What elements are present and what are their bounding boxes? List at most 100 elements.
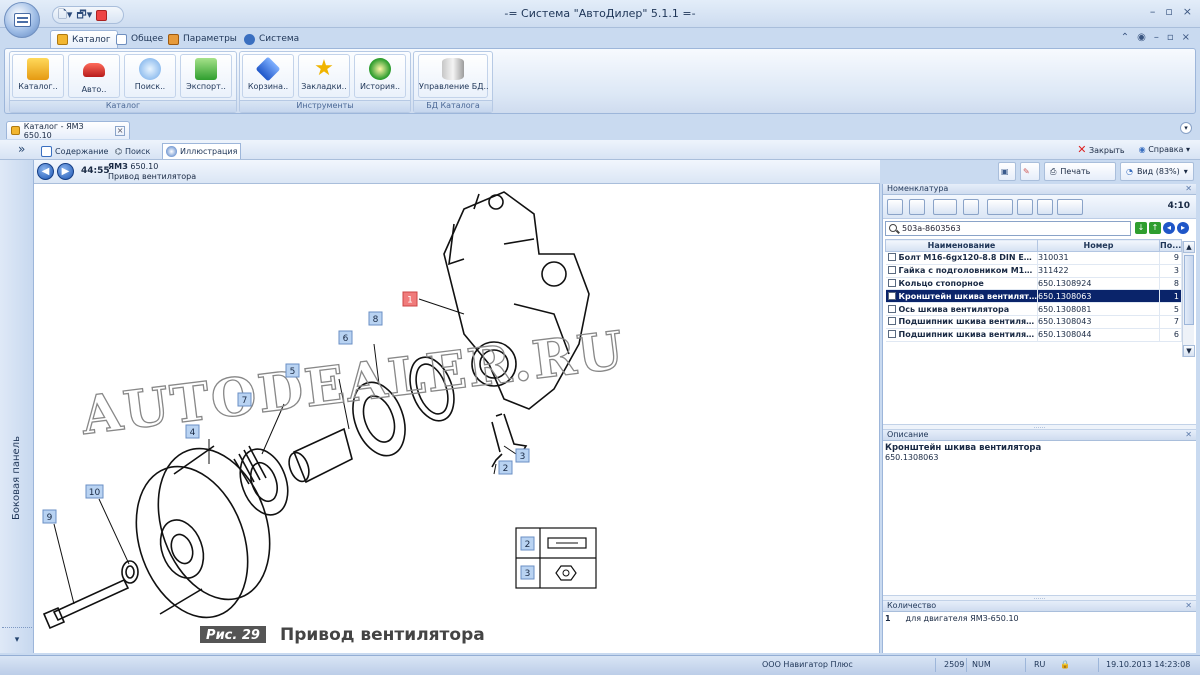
row-name: Кольцо стопорное [885,277,1038,291]
markup-button[interactable]: ✎ [1020,162,1040,181]
print-button[interactable]: ⎙ Печать [1044,162,1116,181]
doc-tab-catalog[interactable]: Каталог - ЯМЗ 650.10 × [6,121,130,140]
tab-contents[interactable]: Содержание [38,143,111,159]
row-number: 650.1308043 [1037,315,1160,329]
row-name: Гайка с подголовником M10x... [885,264,1038,278]
cart-button[interactable]: Корзина.. [242,54,294,98]
illustration-canvas[interactable]: AUTODEALER.RU 1 2 3 4 5 6 7 8 9 10 2 3 Р… [34,184,880,653]
help-circle-icon: ◉ [1138,145,1146,154]
collapse-ribbon-icon[interactable]: ⌃ [1121,32,1129,43]
caption-prefix: Рис. 29 [206,628,260,643]
row-checkbox[interactable] [887,291,896,300]
row-checkbox[interactable] [887,317,896,326]
pin-icon[interactable]: ✕ [1185,601,1192,610]
back-button[interactable]: ◀ [37,163,54,180]
mdi-minimize-button[interactable]: – [1154,32,1159,43]
filter-tool-icon[interactable] [909,199,925,215]
binoculars-tool-icon[interactable] [887,199,903,215]
history-button[interactable]: История.. [354,54,406,98]
bookmarks-button[interactable]: ★ Закладки.. [298,54,350,98]
watermark-text: AUTODEALER.RU [77,320,628,447]
general-icon [116,33,127,45]
row-checkbox[interactable] [887,253,896,262]
pin-icon[interactable]: ✕ [1185,430,1192,439]
table-scrollbar[interactable]: ▲ ▼ [1182,241,1195,357]
close-button[interactable]: × [1183,5,1192,18]
nomenclature-count: 4:10 [1167,201,1190,211]
help-button[interactable]: ◉ Справка ▾ [1139,145,1190,154]
minimize-button[interactable]: – [1150,5,1156,18]
tab-search[interactable]: ⌬ Поиск [112,143,153,159]
scroll-thumb[interactable] [1184,255,1194,325]
column-number[interactable]: Номер [1037,239,1160,252]
table-row[interactable]: Кольцо стопорное 650.1308924 8 [885,277,1182,291]
mdi-restore-button[interactable]: ▫ [1167,32,1174,43]
auto-button[interactable]: Авто.. [68,54,120,98]
nomenclature-search-input[interactable] [885,221,1131,236]
column-name[interactable]: Наименование [885,239,1038,252]
expand-sidepanel-icon[interactable]: » [18,142,25,156]
tab-general[interactable]: Общее [110,30,169,48]
illustration-icon [166,146,177,157]
row-qty: 3 [1159,264,1182,278]
next-icon[interactable]: ▸ [1177,222,1189,234]
table-row[interactable]: Ось шкива вентилятора 650.1308081 5 [885,302,1182,316]
row-name: Подшипник шкива вентилято... [885,315,1038,329]
tab-system[interactable]: Система [238,30,305,48]
row-checkbox[interactable] [887,330,896,339]
row-name: Ось шкива вентилятора [885,302,1038,316]
search-icon [889,224,897,232]
cart-tool-icon[interactable] [1057,199,1083,215]
table-row[interactable]: Кронштейн шкива вентилято... 650.1308063 1 [885,289,1182,304]
row-checkbox[interactable] [887,278,896,287]
status-company: ООО Навигатор Плюс [762,660,853,669]
fan-drive-drawing: AUTODEALER.RU 1 2 3 4 5 6 7 8 9 10 2 3 Р… [42,191,629,645]
svg-text:4: 4 [190,428,196,438]
zoom-icon: ◔ [1126,167,1133,176]
db-manage-button[interactable]: Управление БД.. [418,54,489,98]
status-bar: ООО Навигатор Плюс 2509 NUM RU 🔒 19.10.2… [0,655,1200,675]
download-icon[interactable]: ↓ [1135,222,1147,234]
save-image-button[interactable]: ▣ [998,162,1016,181]
forward-button[interactable]: ▶ [57,163,74,180]
row-checkbox[interactable] [887,266,896,275]
mdi-close-button[interactable]: × [1182,32,1190,43]
svg-text:2: 2 [525,540,531,550]
side-panel-dropdown[interactable]: ▾ [2,627,32,651]
settings-tool-icon[interactable] [1037,199,1053,215]
scroll-down-icon[interactable]: ▼ [1183,345,1195,357]
catalog-button[interactable]: Каталог.. [12,54,64,98]
tab-list-icon[interactable]: ▾ [1180,122,1192,134]
tab-illustration[interactable]: Иллюстрация [162,143,242,159]
scroll-up-icon[interactable]: ▲ [1183,241,1195,253]
tab-parameters[interactable]: Параметры [162,30,243,48]
zoom-view-dropdown[interactable]: ◔ Вид (83%) ▾ [1120,162,1194,181]
table-row[interactable]: Подшипник шкива вентилято... 650.1308044 6 [885,328,1182,342]
lock-icon: 🔒 [1060,660,1070,669]
description-header: Описание ✕ [883,429,1196,441]
illustration-subtitle: Привод вентилятора [108,172,197,181]
price-tool-icon[interactable] [987,199,1013,215]
tab-catalog[interactable]: Каталог [50,30,118,48]
edit-tool-icon[interactable] [933,199,957,215]
table-row[interactable]: Болт M16-6gx120-8.8 DIN EN I... 310031 9 [885,251,1182,265]
close-tab-icon[interactable]: × [115,125,125,136]
table-row[interactable]: Подшипник шкива вентилято... 650.1308043 7 [885,315,1182,329]
upload-icon[interactable]: ↑ [1149,222,1161,234]
prev-icon[interactable]: ◂ [1163,222,1175,234]
app-menu-button[interactable] [4,2,40,38]
export-button[interactable]: Экспорт.. [180,54,232,98]
close-view-button[interactable]: ✕ Закрыть [1077,143,1124,156]
pin-icon[interactable]: ✕ [1185,184,1192,193]
side-panel[interactable]: Боковая панель ▾ [0,160,34,653]
copy-tool-icon[interactable] [1017,199,1033,215]
row-checkbox[interactable] [887,304,896,313]
status-lang: RU [1034,660,1046,669]
maximize-button[interactable]: ▫ [1165,5,1172,18]
table-row[interactable]: Гайка с подголовником M10x... 311422 3 [885,264,1182,278]
svg-text:1: 1 [407,296,413,306]
grid-tool-icon[interactable] [963,199,979,215]
search-button[interactable]: Поиск.. [124,54,176,98]
column-pos[interactable]: По... [1159,239,1182,252]
help-icon[interactable]: ◉ [1137,32,1146,43]
